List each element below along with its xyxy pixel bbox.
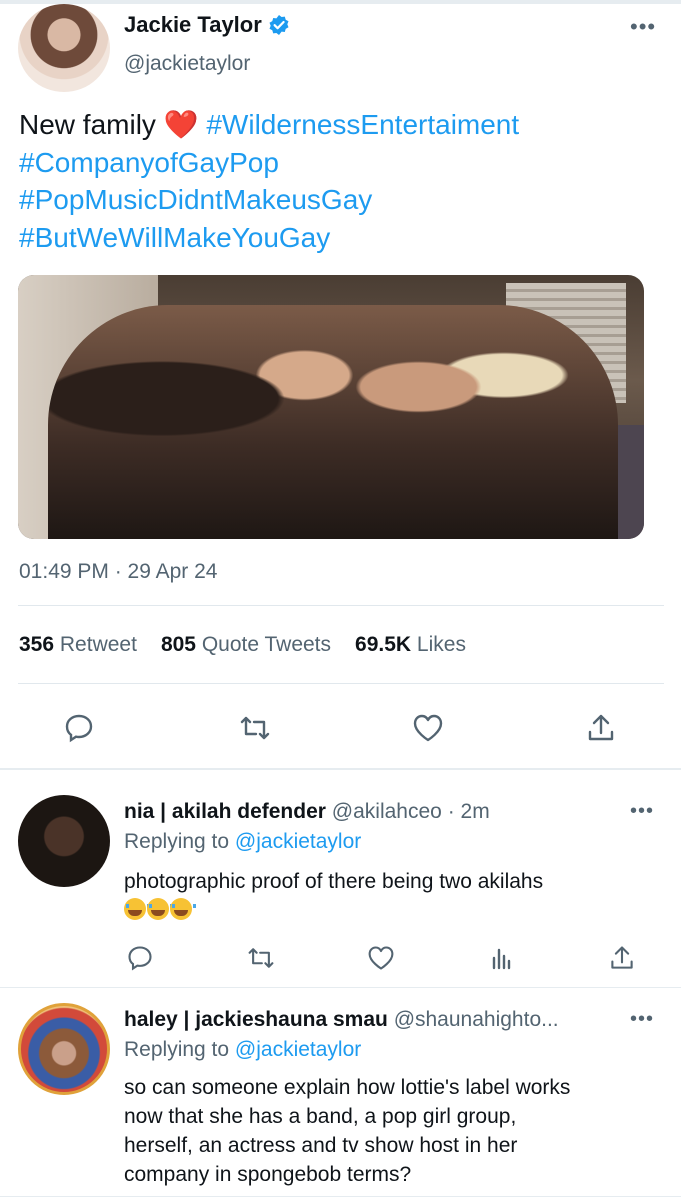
reply-author-name[interactable]: nia | akilah defender [124,800,326,823]
crying-face-emoji-icon [170,898,196,920]
reply-text: photographic proof of there being two ak… [124,867,654,925]
retweets-label: Retweet [59,633,137,656]
replying-to-label: Replying to [124,830,230,853]
analytics-icon[interactable] [484,940,520,976]
tweet-stats: 356 Retweet 805 Quote Tweets 69.5K Likes [19,633,490,657]
likes-count: 69.5K [355,633,412,656]
tweet-actions [0,706,681,750]
reply-avatar[interactable] [18,795,110,887]
reply-text: so can someone explain how lottie's labe… [124,1073,669,1189]
replying-to: Replying to @jackietaylor [124,830,361,854]
reply-avatar[interactable] [18,1003,110,1095]
author-name[interactable]: Jackie Taylor [124,12,262,38]
crying-face-emoji-icon [124,898,150,920]
tweet-timestamp[interactable]: 01:49 PM · 29 Apr 24 [19,560,217,584]
more-options-icon[interactable]: ••• [630,14,656,40]
share-icon[interactable] [583,710,619,746]
reply-text-line: company in spongebob terms? [124,1163,412,1186]
retweet-icon[interactable] [237,710,273,746]
likes-label: Likes [416,633,466,656]
reply-text-content: photographic proof of there being two ak… [124,870,544,893]
reply-header: haley | jackieshauna smau @shaunahighto.… [124,1008,559,1032]
hashtag-link[interactable]: #WildernessEntertaiment [206,109,519,140]
replying-to-handle[interactable]: @jackietaylor [235,1038,361,1061]
reply-author-handle[interactable]: @akilahceo [332,800,442,823]
reply-author-name[interactable]: haley | jackieshauna smau [124,1008,388,1031]
replying-to-label: Replying to [124,1038,230,1061]
retweets-stat[interactable]: 356 Retweet [19,633,137,657]
reply-text-line: so can someone explain how lottie's labe… [124,1076,571,1099]
reply-text-line: herself, an actress and tv show host in … [124,1134,518,1157]
reply-divider [0,987,681,988]
divider [18,683,664,684]
reply-icon[interactable] [122,940,158,976]
like-icon[interactable] [363,940,399,976]
quotes-count: 805 [160,633,196,656]
section-divider [0,768,681,770]
hashtag-link[interactable]: #ButWeWillMakeYouGay [19,222,330,253]
top-divider [0,0,681,4]
retweets-count: 356 [19,633,55,656]
crying-face-emoji-icon [147,898,173,920]
reply-author-handle[interactable]: @shaunahighto... [394,1008,559,1031]
hashtag-link[interactable]: #PopMusicDidntMakeusGay [19,184,372,215]
retweet-icon[interactable] [243,940,279,976]
more-options-icon[interactable]: ••• [630,1008,654,1031]
heart-emoji-icon: ❤️ [163,109,199,140]
reply-time: · 2m [447,800,490,823]
likes-stat[interactable]: 69.5K Likes [355,633,466,657]
verified-badge-icon [268,14,290,36]
author-name-row: Jackie Taylor [124,12,290,38]
divider [18,605,664,606]
more-options-icon[interactable]: ••• [630,800,654,823]
tweet-text: New family ❤️ #WildernessEntertaiment #C… [19,106,659,256]
reply-divider [0,1196,681,1197]
replying-to: Replying to @jackietaylor [124,1038,361,1062]
author-avatar[interactable] [18,4,110,92]
tweet-text-prefix: New family [19,109,156,140]
replying-to-handle[interactable]: @jackietaylor [235,830,361,853]
reply-icon[interactable] [61,710,97,746]
tweet-photo[interactable] [18,275,644,539]
photo-group-of-people [48,305,618,539]
reply-text-line: now that she has a band, a pop girl grou… [124,1105,517,1128]
hashtag-link[interactable]: #CompanyofGayPop [19,147,279,178]
quotes-label: Quote Tweets [201,633,332,656]
reply-header: nia | akilah defender @akilahceo · 2m [124,800,490,824]
share-icon[interactable] [604,940,640,976]
quotes-stat[interactable]: 805 Quote Tweets [161,633,331,657]
like-icon[interactable] [410,710,446,746]
reply-actions [0,940,681,980]
author-handle[interactable]: @jackietaylor [124,52,250,76]
